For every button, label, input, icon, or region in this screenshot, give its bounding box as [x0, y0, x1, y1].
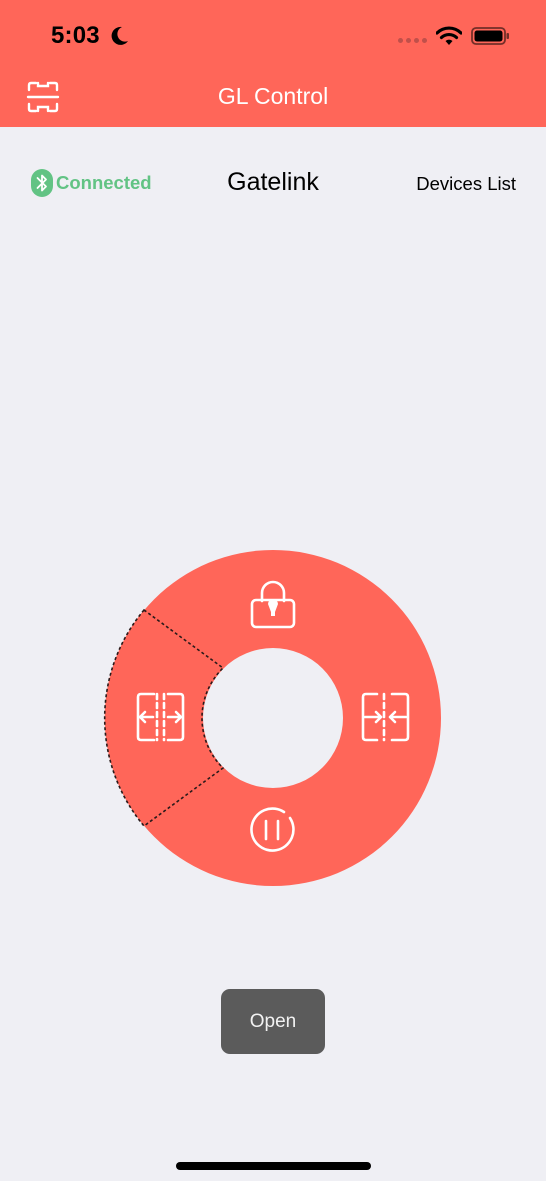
open-toast: Open: [221, 989, 325, 1054]
control-wheel: [103, 550, 441, 886]
status-time: 5:03: [51, 22, 100, 49]
devices-list-link[interactable]: Devices List: [416, 173, 516, 195]
signal-dots-icon: [398, 38, 427, 43]
battery-icon: [471, 27, 509, 45]
home-indicator[interactable]: [176, 1162, 371, 1170]
wifi-icon: [436, 26, 462, 45]
nav-title: GL Control: [217, 83, 329, 109]
moon-icon: [111, 26, 128, 45]
